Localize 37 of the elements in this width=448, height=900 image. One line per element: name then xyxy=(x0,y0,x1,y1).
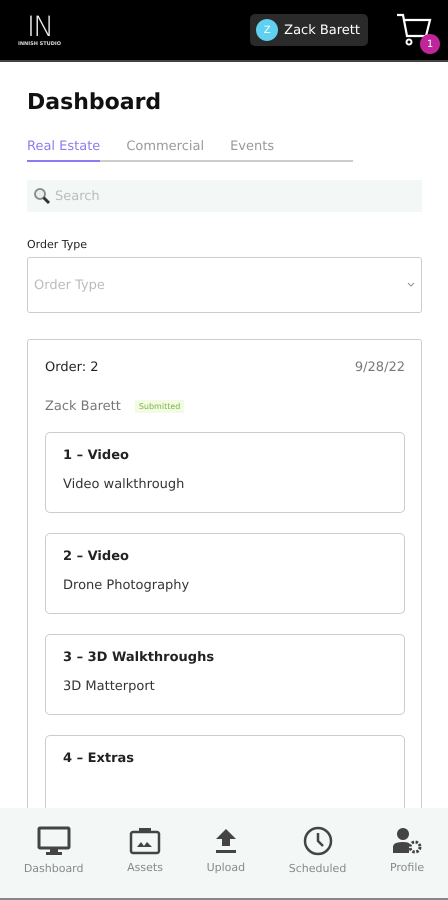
search-field[interactable]: Search xyxy=(27,180,422,212)
nav-item[interactable]: Scheduled xyxy=(288,826,346,874)
nav-item[interactable]: Assets xyxy=(127,826,163,874)
nav-item[interactable]: Dashboard xyxy=(24,826,84,874)
clock-icon xyxy=(302,826,333,856)
avatar: Z xyxy=(256,19,278,41)
status-tag: Submitted xyxy=(134,400,184,413)
nav-item[interactable]: Profile xyxy=(390,826,424,874)
service-card[interactable]: 2 – Video Drone Photography xyxy=(45,533,405,614)
logo-mark: IN xyxy=(26,13,52,41)
service-title: 1 – Video xyxy=(63,448,130,463)
service-title: 4 – Extras xyxy=(63,751,135,766)
service-card[interactable]: 3 – 3D Walkthroughs 3D Matterport xyxy=(45,634,405,715)
tab[interactable]: Real Estate xyxy=(27,139,100,162)
service-description: Video walkthrough xyxy=(63,477,186,492)
order-date: 9/28/22 xyxy=(354,360,405,375)
upload-icon xyxy=(214,826,238,854)
order-number: Order: 2 xyxy=(45,360,98,375)
tab[interactable]: Commercial xyxy=(126,139,204,162)
image-icon xyxy=(129,826,162,854)
cart-icon[interactable] xyxy=(396,12,432,48)
field-label: Order Type xyxy=(27,238,88,251)
service-title: 3 – 3D Walkthroughs xyxy=(63,650,216,665)
tab[interactable]: Events xyxy=(230,139,274,162)
user-button[interactable]: Z Zack Barett xyxy=(250,14,368,46)
service-card[interactable]: 1 – Video Video walkthrough xyxy=(45,432,405,513)
service-title: 2 – Video xyxy=(63,549,130,564)
monitor-icon xyxy=(36,826,71,856)
service-description: Drone Photography xyxy=(63,578,190,593)
service-description: 3D Matterport xyxy=(63,679,156,694)
page-title: Dashboard xyxy=(27,90,162,115)
user-settings-icon xyxy=(391,826,424,854)
chevron-down-icon xyxy=(407,282,415,288)
cart-count-badge: 1 xyxy=(420,34,440,54)
customer-name: Zack Barett xyxy=(45,399,121,414)
order-type-dropdown[interactable]: Order Type xyxy=(27,257,422,313)
nav-item[interactable]: Upload xyxy=(206,826,246,874)
